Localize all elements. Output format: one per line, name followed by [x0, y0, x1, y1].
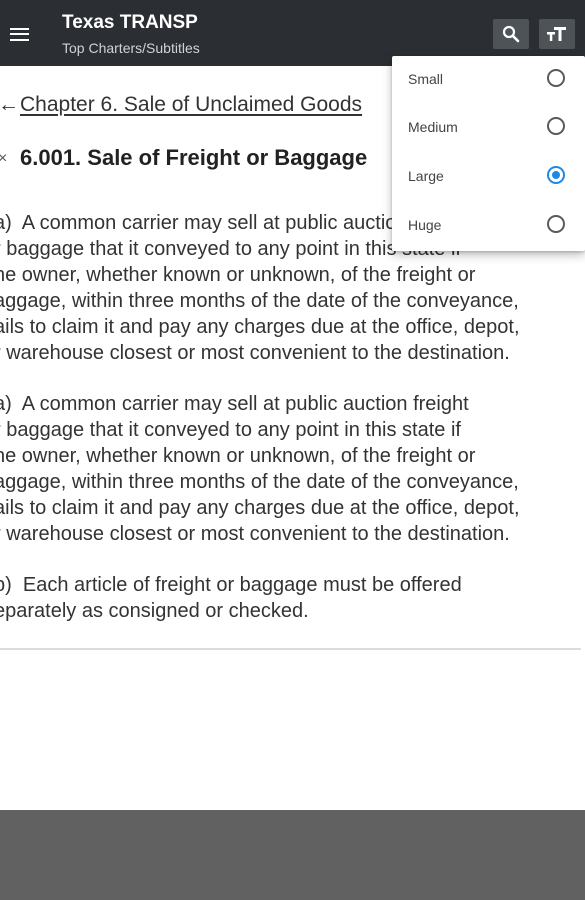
radio-button[interactable] — [547, 69, 565, 87]
app-subtitle: Top Charters/Subtitles — [62, 40, 200, 56]
text-size-option-medium[interactable]: Medium — [392, 104, 585, 153]
back-arrow-icon: ← — [0, 93, 19, 116]
option-label: Large — [408, 168, 444, 184]
radio-button-selected[interactable] — [547, 166, 565, 184]
footer-bar — [0, 810, 585, 900]
paragraph: b) Each article of freight or baggage mu… — [0, 574, 462, 622]
text-size-button[interactable] — [539, 19, 575, 49]
text-size-option-huge[interactable]: Huge — [392, 202, 585, 251]
hamburger-menu-icon[interactable] — [6, 17, 32, 51]
section-symbol: × — [0, 150, 8, 168]
option-label: Huge — [408, 217, 442, 233]
text-size-option-small[interactable]: Small — [392, 56, 585, 105]
radio-button[interactable] — [547, 215, 565, 233]
breadcrumb-link[interactable]: Chapter 6. Sale of Unclaimed Goods — [20, 93, 362, 116]
text-size-icon — [547, 27, 566, 41]
section-title-text: 6.001. Sale of Freight or Baggage — [20, 145, 368, 170]
text-size-menu: Small Medium Large Huge — [392, 56, 585, 251]
option-label: Medium — [408, 119, 458, 135]
section-title: × 6.001. Sale of Freight or Baggage — [0, 145, 367, 171]
radio-button[interactable] — [547, 117, 565, 135]
option-label: Small — [408, 71, 444, 87]
breadcrumb[interactable]: ←Chapter 6. Sale of Unclaimed Goods — [0, 93, 362, 117]
paragraph: a) A common carrier may sell at public a… — [0, 393, 520, 545]
app-title: Texas TRANSP — [62, 12, 198, 33]
text-size-option-large[interactable]: Large — [392, 153, 585, 202]
search-icon — [502, 25, 520, 43]
search-button[interactable] — [493, 19, 529, 49]
divider — [0, 648, 581, 650]
